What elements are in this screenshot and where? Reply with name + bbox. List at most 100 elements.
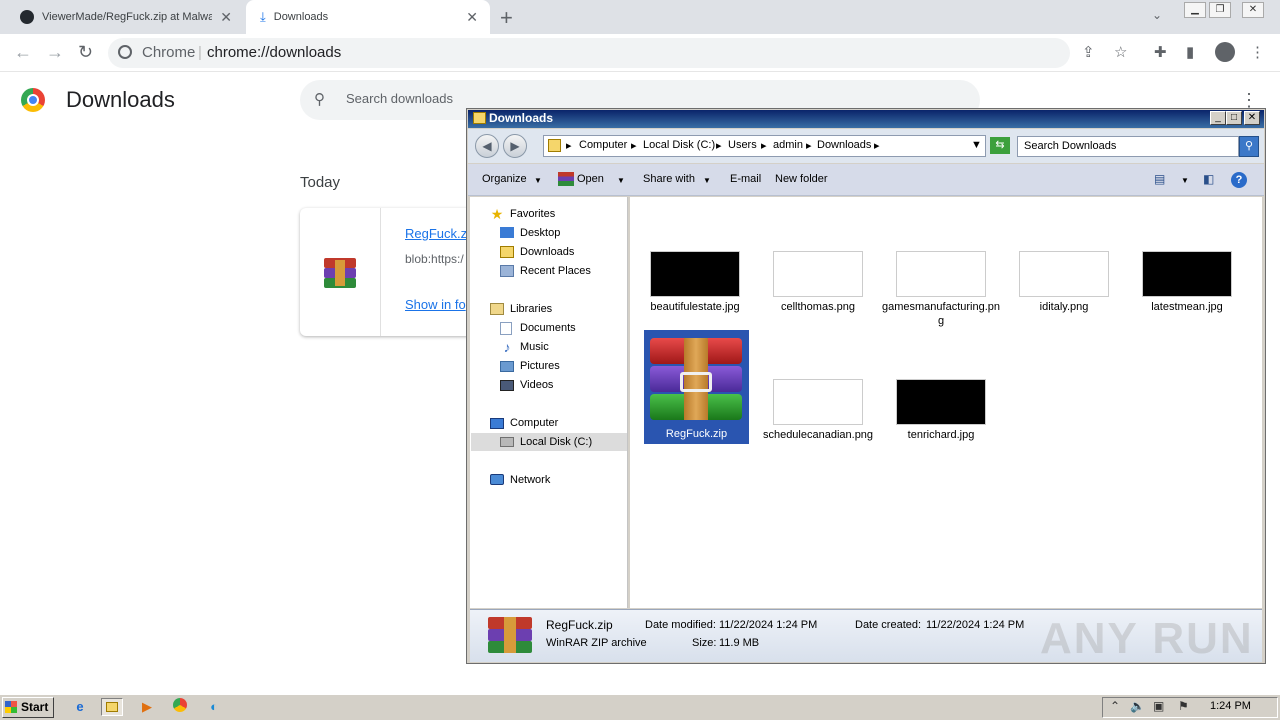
edge-icon[interactable]: ◐ — [203, 698, 225, 716]
share-with-button[interactable]: Share with — [643, 173, 695, 185]
breadcrumb-separator: ▸ — [631, 140, 637, 152]
share-icon[interactable]: ⇪ — [1082, 43, 1095, 61]
nav-item-downloads[interactable]: Downloads — [520, 246, 574, 258]
tray-expand-icon[interactable]: ⌃ — [1110, 699, 1120, 713]
volume-icon[interactable]: 🔈 — [1130, 699, 1145, 713]
tab-search-chevron-icon[interactable]: ⌄ — [1152, 8, 1162, 22]
close-tab-icon[interactable]: ✕ — [220, 9, 232, 26]
star-icon: ★ — [490, 206, 504, 222]
breadcrumb-computer[interactable]: Computer — [579, 139, 627, 151]
taskbar-clock[interactable]: 1:24 PM — [1210, 700, 1251, 712]
nav-item-computer[interactable]: Computer — [510, 417, 558, 429]
new-folder-button[interactable]: New folder — [775, 173, 828, 185]
nav-item-local-disk[interactable]: Local Disk (C:) — [520, 436, 592, 448]
nav-item-videos[interactable]: Videos — [520, 379, 553, 391]
explorer-maximize-button[interactable]: □ — [1226, 111, 1242, 125]
url-text[interactable]: chrome://downloads — [207, 44, 341, 61]
address-dropdown-icon[interactable]: ▼ — [971, 139, 982, 151]
tab-downloads[interactable]: ⤓ Downloads ✕ — [246, 0, 490, 34]
restore-button[interactable]: ❐ — [1209, 2, 1231, 18]
change-view-icon[interactable]: ▤ — [1154, 172, 1165, 186]
breadcrumb-admin[interactable]: admin — [773, 139, 803, 151]
internet-explorer-icon[interactable]: e — [69, 698, 91, 716]
action-center-flag-icon[interactable]: ⚑ — [1178, 699, 1189, 713]
details-size-value: 11.9 MB — [719, 637, 760, 649]
chrome-taskbar-icon[interactable] — [169, 698, 191, 716]
profile-avatar[interactable] — [1215, 42, 1235, 62]
image-thumbnail[interactable] — [1142, 251, 1232, 297]
nav-item-documents[interactable]: Documents — [520, 322, 576, 334]
refresh-icon[interactable]: ⇆ — [990, 137, 1010, 154]
file-name[interactable]: latestmean.jpg — [1127, 300, 1247, 314]
winrar-archive-icon — [650, 338, 742, 420]
details-size-label: Size: — [692, 637, 717, 649]
minimize-button[interactable]: ▁ — [1184, 2, 1206, 18]
file-name[interactable]: beautifulestate.jpg — [635, 300, 755, 314]
explorer-close-button[interactable]: ✕ — [1244, 111, 1260, 125]
details-modified-label: Date modified: — [645, 619, 716, 631]
chrome-logo-icon — [21, 88, 45, 112]
file-name[interactable]: cellthomas.png — [758, 300, 878, 314]
nav-item-pictures[interactable]: Pictures — [520, 360, 560, 372]
download-icon: ⤓ — [260, 9, 266, 24]
nav-item-favorites[interactable]: Favorites — [510, 208, 555, 220]
tab-github[interactable]: ViewerMade/RegFuck.zip at Malware ✕ — [8, 0, 244, 34]
show-in-folder-link[interactable]: Show in fo — [405, 297, 466, 312]
new-tab-button[interactable]: + — [500, 5, 513, 31]
image-thumbnail[interactable] — [773, 251, 863, 297]
breadcrumb-separator: ▸ — [806, 140, 812, 152]
back-arrow-icon[interactable]: ◀ — [475, 134, 499, 158]
breadcrumb-users[interactable]: Users — [728, 139, 757, 151]
reload-icon[interactable]: ↻ — [78, 42, 93, 63]
search-icon: ⚲ — [314, 91, 325, 108]
nav-item-desktop[interactable]: Desktop — [520, 227, 560, 239]
close-window-button[interactable]: ✕ — [1242, 2, 1264, 18]
file-name[interactable]: tenrichard.jpg — [881, 428, 1001, 442]
site-label: Chrome — [142, 44, 196, 61]
winrar-file-icon — [324, 258, 356, 288]
nav-item-libraries[interactable]: Libraries — [510, 303, 552, 315]
windows-logo-icon — [5, 701, 17, 713]
forward-arrow-icon[interactable]: → — [46, 42, 64, 63]
image-thumbnail[interactable] — [896, 379, 986, 425]
preview-pane-icon[interactable]: ◧ — [1203, 172, 1214, 186]
close-tab-icon[interactable]: ✕ — [466, 9, 478, 26]
explorer-minimize-button[interactable]: _ — [1210, 111, 1226, 125]
chrome-menu-icon[interactable]: ⋮ — [1250, 43, 1265, 61]
file-name[interactable]: iditaly.png — [1004, 300, 1124, 314]
organize-button[interactable]: Organize — [482, 173, 527, 185]
forward-arrow-icon[interactable]: ▶ — [503, 134, 527, 158]
file-name[interactable]: schedulecanadian.png — [758, 428, 878, 442]
email-button[interactable]: E-mail — [730, 173, 761, 185]
image-thumbnail[interactable] — [773, 379, 863, 425]
file-name[interactable]: gamesmanufacturing.png — [881, 300, 1001, 328]
breadcrumb-separator: ▸ — [566, 140, 572, 152]
date-section-header: Today — [300, 174, 341, 191]
help-icon[interactable]: ? — [1231, 172, 1247, 188]
network-tray-icon[interactable]: ▣ — [1153, 699, 1164, 713]
anyrun-watermark: ANY RUN — [1040, 614, 1254, 663]
chevron-down-icon[interactable]: ▼ — [1181, 176, 1189, 185]
media-player-icon[interactable]: ▶ — [136, 698, 158, 716]
bookmark-star-icon[interactable]: ☆ — [1114, 43, 1127, 61]
download-file-link[interactable]: RegFuck.z — [405, 226, 467, 241]
breadcrumb-downloads[interactable]: Downloads — [817, 139, 871, 151]
navigation-pane — [470, 197, 628, 608]
image-thumbnail[interactable] — [650, 251, 740, 297]
side-panel-icon[interactable]: ▮ — [1186, 43, 1194, 61]
breadcrumb-local-disk[interactable]: Local Disk (C:) — [643, 139, 715, 151]
image-thumbnail[interactable] — [896, 251, 986, 297]
nav-item-music[interactable]: Music — [520, 341, 549, 353]
image-thumbnail[interactable] — [1019, 251, 1109, 297]
back-arrow-icon[interactable]: ← — [14, 42, 32, 63]
network-icon — [490, 474, 504, 485]
nav-item-recent-places[interactable]: Recent Places — [520, 265, 591, 277]
nav-item-network[interactable]: Network — [510, 474, 550, 486]
details-file-type: WinRAR ZIP archive — [546, 637, 647, 649]
search-icon[interactable]: ⚲ — [1239, 136, 1259, 157]
explorer-taskbar-icon[interactable] — [101, 698, 123, 716]
open-button[interactable]: Open — [577, 173, 604, 185]
file-name[interactable]: RegFuck.zip — [644, 428, 749, 440]
extensions-icon[interactable]: ✚ — [1154, 43, 1167, 61]
explorer-titlebar[interactable] — [468, 110, 1264, 128]
